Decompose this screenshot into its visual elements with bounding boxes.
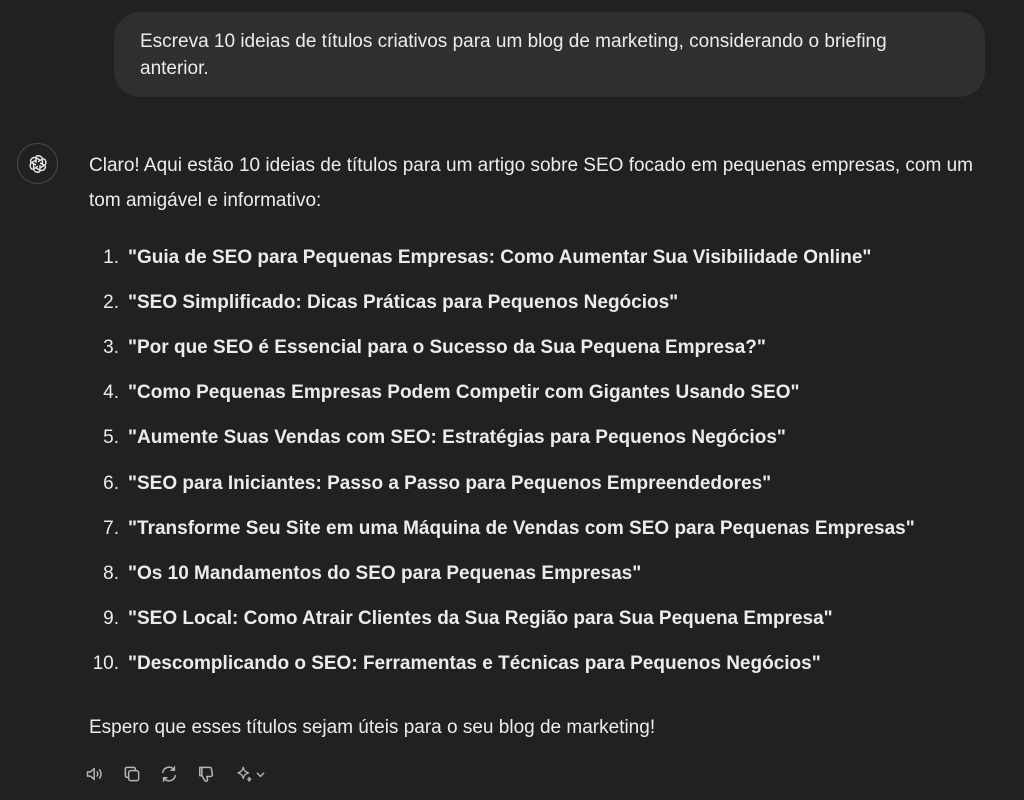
title-idea-item: 7. "Transforme Seu Site em uma Máquina de…: [89, 506, 989, 551]
title-idea-text: "Descomplicando o SEO: Ferramentas e Téc…: [128, 653, 821, 675]
title-idea-text: "Por que SEO é Essencial para o Sucesso …: [128, 336, 766, 358]
assistant-closing: Espero que esses títulos sejam úteis par…: [89, 717, 656, 738]
read-aloud-button[interactable]: [84, 762, 106, 786]
assistant-message: Claro! Aqui estão 10 ideias de títulos p…: [89, 148, 989, 687]
title-idea-number: 2.: [103, 291, 119, 313]
copy-icon: [124, 766, 140, 782]
title-idea-item: 8. "Os 10 Mandamentos do SEO para Pequena…: [89, 551, 989, 596]
title-idea-number: 10.: [92, 653, 119, 675]
title-idea-number: 6.: [103, 472, 119, 494]
title-idea-number: 1.: [103, 246, 119, 268]
thumbs-down-icon: [199, 766, 214, 782]
title-idea-item: 1. "Guia de SEO para Pequenas Empresas: C…: [89, 235, 989, 280]
title-idea-item: 10. "Descomplicando o SEO: Ferramentas e …: [89, 642, 989, 687]
regenerate-icon: [162, 766, 176, 782]
model-switcher-button[interactable]: [232, 762, 268, 786]
title-idea-item: 4. "Como Pequenas Empresas Podem Competir…: [89, 371, 989, 416]
copy-button[interactable]: [121, 762, 143, 786]
assistant-intro: Claro! Aqui estão 10 ideias de títulos p…: [89, 155, 973, 211]
title-idea-text: "Aumente Suas Vendas com SEO: Estratégia…: [128, 427, 786, 449]
title-idea-item: 2. "SEO Simplificado: Dicas Práticas para…: [89, 280, 989, 325]
title-idea-text: "Os 10 Mandamentos do SEO para Pequenas …: [128, 562, 642, 584]
title-idea-number: 4.: [103, 382, 119, 404]
title-idea-text: "SEO Local: Como Atrair Clientes da Sua …: [128, 608, 833, 630]
bad-response-button[interactable]: [195, 762, 217, 786]
regenerate-button[interactable]: [158, 762, 180, 786]
chevron-down-icon: [256, 771, 264, 777]
title-idea-number: 3.: [103, 336, 119, 358]
title-idea-text: "SEO Simplificado: Dicas Práticas para P…: [128, 291, 679, 313]
title-ideas-list: 1. "Guia de SEO para Pequenas Empresas: C…: [89, 235, 989, 687]
title-idea-text: "SEO para Iniciantes: Passo a Passo para…: [128, 472, 772, 494]
title-idea-number: 5.: [103, 427, 119, 449]
user-message-bubble: Escreva 10 ideias de títulos criativos p…: [114, 12, 985, 97]
title-idea-item: 3. "Por que SEO é Essencial para o Sucess…: [89, 325, 989, 370]
title-idea-item: 9. "SEO Local: Como Atrair Clientes da Su…: [89, 597, 989, 642]
title-idea-text: "Guia de SEO para Pequenas Empresas: Com…: [128, 246, 872, 268]
chat-page: Escreva 10 ideias de títulos criativos p…: [0, 0, 1024, 800]
title-idea-number: 9.: [103, 608, 119, 630]
title-idea-text: "Transforme Seu Site em uma Máquina de V…: [128, 517, 915, 539]
assistant-avatar: [17, 143, 58, 184]
title-idea-text: "Como Pequenas Empresas Podem Competir c…: [128, 382, 800, 404]
sparkle-icon: [236, 766, 251, 782]
message-actions: [84, 762, 268, 786]
title-idea-number: 8.: [103, 562, 119, 584]
title-idea-number: 7.: [103, 517, 119, 539]
openai-logo-icon: [29, 154, 46, 173]
user-message-text: Escreva 10 ideias de títulos criativos p…: [140, 31, 887, 79]
title-idea-item: 6. "SEO para Iniciantes: Passo a Passo pa…: [89, 461, 989, 506]
title-idea-item: 5. "Aumente Suas Vendas com SEO: Estratég…: [89, 416, 989, 461]
speaker-icon: [86, 767, 102, 781]
